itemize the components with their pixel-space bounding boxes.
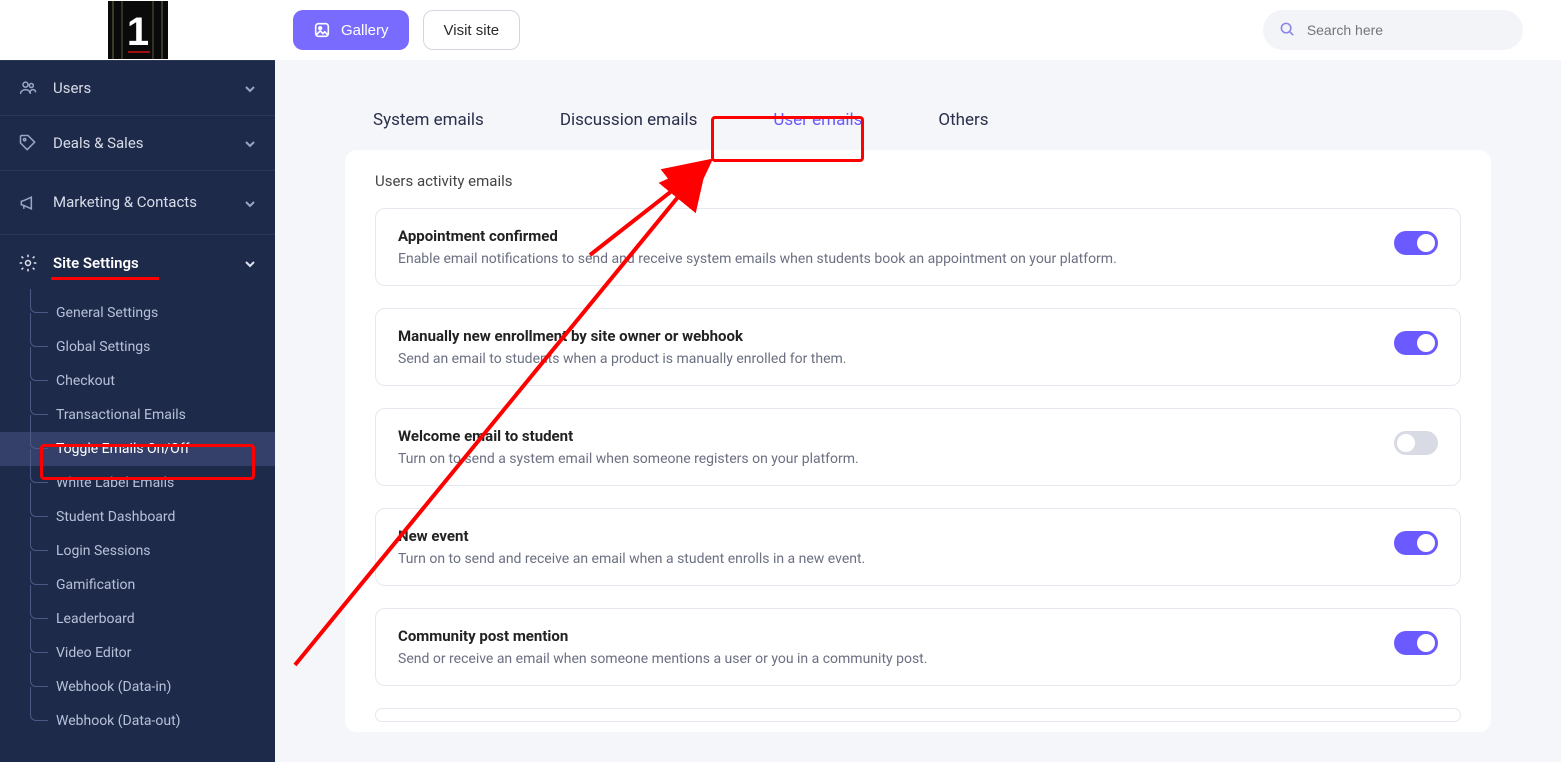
panel: Users activity emails Appointment confir… bbox=[345, 150, 1491, 732]
toggle-manual-enrollment[interactable] bbox=[1394, 331, 1438, 355]
content: System emails Discussion emails User ema… bbox=[275, 60, 1561, 732]
search-input[interactable] bbox=[1307, 22, 1507, 38]
tab-label: System emails bbox=[373, 110, 484, 130]
chevron-down-icon bbox=[243, 196, 257, 210]
sidebar-subnav: General Settings Global Settings Checkou… bbox=[0, 290, 275, 744]
card-title: New event bbox=[398, 527, 1394, 545]
sidebar-nav: Users Deals & Sales Marketing & Contacts bbox=[0, 60, 275, 744]
subnav-webhook-out[interactable]: Webhook (Data-out) bbox=[0, 704, 275, 738]
tag-icon bbox=[18, 133, 38, 153]
sidebar-item-label: Users bbox=[53, 79, 243, 97]
card-desc: Turn on to send and receive an email whe… bbox=[398, 551, 1394, 567]
subnav-label: Login Sessions bbox=[56, 543, 151, 559]
card-title: Welcome email to student bbox=[398, 427, 1394, 445]
sidebar-item-marketing[interactable]: Marketing & Contacts bbox=[0, 171, 275, 235]
sidebar-item-deals[interactable]: Deals & Sales bbox=[0, 116, 275, 171]
card-title: Appointment confirmed bbox=[398, 227, 1394, 245]
subnav-label: Webhook (Data-out) bbox=[56, 713, 181, 729]
visit-site-label: Visit site bbox=[444, 22, 500, 39]
sidebar-item-site-settings[interactable]: Site Settings bbox=[0, 235, 275, 290]
subnav-label: Leaderboard bbox=[56, 611, 135, 627]
card-desc: Send or receive an email when someone me… bbox=[398, 651, 1394, 667]
main: System emails Discussion emails User ema… bbox=[275, 60, 1561, 762]
card-desc: Send an email to students when a product… bbox=[398, 351, 1394, 367]
tab-user-emails[interactable]: User emails bbox=[759, 100, 876, 140]
search-box[interactable] bbox=[1263, 10, 1523, 50]
tab-label: Others bbox=[938, 110, 988, 130]
subnav-label: Transactional Emails bbox=[56, 407, 186, 423]
chevron-down-icon bbox=[243, 136, 257, 150]
tab-system-emails[interactable]: System emails bbox=[359, 100, 498, 140]
card-community-mention: Community post mention Send or receive a… bbox=[375, 608, 1461, 686]
card-desc: Turn on to send a system email when some… bbox=[398, 451, 1394, 467]
card-manual-enrollment: Manually new enrollment by site owner or… bbox=[375, 308, 1461, 386]
subnav-label: Global Settings bbox=[56, 339, 150, 355]
toggle-welcome-email[interactable] bbox=[1394, 431, 1438, 455]
toggle-new-event[interactable] bbox=[1394, 531, 1438, 555]
toggle-community-mention[interactable] bbox=[1394, 631, 1438, 655]
section-title: Users activity emails bbox=[375, 172, 1461, 190]
sidebar-item-label: Deals & Sales bbox=[53, 134, 243, 152]
card-desc: Enable email notifications to send and r… bbox=[398, 251, 1394, 267]
settings-icon bbox=[18, 253, 38, 273]
users-icon bbox=[18, 78, 38, 98]
subnav-label: General Settings bbox=[56, 305, 158, 321]
subnav-label: Checkout bbox=[56, 373, 115, 389]
svg-text:1: 1 bbox=[126, 10, 148, 54]
subnav-label: Webhook (Data-in) bbox=[56, 679, 171, 695]
logo-area: 1 bbox=[0, 0, 275, 60]
subnav-label: White Label Emails bbox=[56, 475, 174, 491]
sidebar: 1 Users Deals & Sales bbox=[0, 0, 275, 762]
card-title: Community post mention bbox=[398, 627, 1394, 645]
card-welcome-email: Welcome email to student Turn on to send… bbox=[375, 408, 1461, 486]
site-logo: 1 bbox=[108, 1, 168, 59]
subnav-label: Gamification bbox=[56, 577, 135, 593]
tab-others[interactable]: Others bbox=[924, 100, 1002, 140]
card-new-event: New event Turn on to send and receive an… bbox=[375, 508, 1461, 586]
visit-site-button[interactable]: Visit site bbox=[423, 10, 521, 50]
tab-label: Discussion emails bbox=[560, 110, 698, 130]
chevron-down-icon bbox=[243, 256, 257, 270]
toggle-appointment-confirmed[interactable] bbox=[1394, 231, 1438, 255]
subnav-label: Video Editor bbox=[56, 645, 131, 661]
megaphone-icon bbox=[18, 193, 38, 213]
gallery-button[interactable]: Gallery bbox=[293, 10, 409, 50]
gallery-button-label: Gallery bbox=[341, 22, 389, 39]
sidebar-item-label: Marketing & Contacts bbox=[53, 193, 243, 212]
subnav-label: Toggle Emails On/Off bbox=[56, 441, 190, 457]
search-icon bbox=[1279, 21, 1295, 39]
card-title: Manually new enrollment by site owner or… bbox=[398, 327, 1394, 345]
card-appointment-confirmed: Appointment confirmed Enable email notif… bbox=[375, 208, 1461, 286]
topbar: Gallery Visit site bbox=[275, 0, 1561, 60]
subnav-label: Student Dashboard bbox=[56, 509, 175, 525]
card-next-partial bbox=[375, 708, 1461, 722]
tab-discussion-emails[interactable]: Discussion emails bbox=[546, 100, 712, 140]
chevron-down-icon bbox=[243, 81, 257, 95]
tab-label: User emails bbox=[773, 110, 862, 130]
sidebar-item-label: Site Settings bbox=[53, 254, 243, 272]
gallery-icon bbox=[313, 21, 331, 39]
sidebar-item-users[interactable]: Users bbox=[0, 61, 275, 116]
tabs: System emails Discussion emails User ema… bbox=[345, 100, 1491, 140]
